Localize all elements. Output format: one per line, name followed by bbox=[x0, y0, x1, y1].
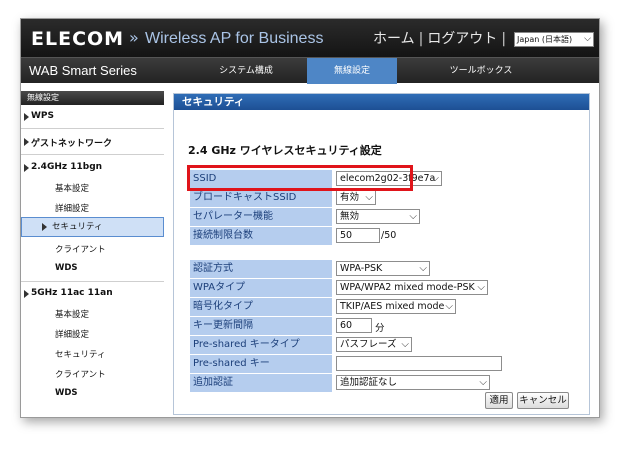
chevron-down-icon: ⌵ bbox=[365, 192, 373, 203]
elecom-logo: ELECOM bbox=[31, 28, 125, 50]
chevron-down-icon: ⌵ bbox=[401, 339, 409, 350]
triangle-right-icon bbox=[42, 223, 47, 231]
key-renewal-label: キー更新間隔 bbox=[190, 317, 332, 335]
panel-heading: セキュリティ bbox=[174, 94, 589, 110]
chevron-down-icon: ⌵ bbox=[419, 263, 427, 274]
sidebar-item-wps[interactable]: WPS bbox=[21, 111, 164, 125]
tab-toolbox[interactable]: ツールボックス bbox=[431, 58, 531, 84]
app-window: ELECOM » Wireless AP for Business ホーム | ログ… bbox=[20, 18, 600, 418]
wpa-type-label: WPAタイプ bbox=[190, 279, 332, 297]
separator-label: セパレーター機能 bbox=[190, 208, 332, 226]
triangle-right-icon bbox=[24, 164, 29, 172]
top-links: ホーム | ログアウト | bbox=[373, 28, 510, 48]
sidebar-item-guest-network[interactable]: ゲストネットワーク bbox=[21, 136, 164, 150]
tab-wireless-settings[interactable]: 無線設定 bbox=[307, 58, 397, 84]
auth-method-select[interactable]: WPA-PSK ⌵ bbox=[336, 261, 430, 276]
language-value: Japan (日本語) bbox=[517, 35, 573, 44]
divider bbox=[21, 128, 164, 129]
section-title: 2.4 GHz ワイヤレスセキュリティ設定 bbox=[188, 144, 382, 157]
chevron-down-icon: ⌵ bbox=[409, 211, 417, 222]
sidebar-item-24-wds[interactable]: WDS bbox=[21, 263, 164, 277]
auth-method-value: WPA-PSK bbox=[340, 263, 383, 274]
chevron-down-icon: ⌵ bbox=[479, 377, 487, 388]
psk-input[interactable] bbox=[336, 356, 502, 371]
chevron-icon: » bbox=[129, 28, 139, 47]
psk-type-label: Pre-shared キータイプ bbox=[190, 336, 332, 354]
language-select[interactable]: Japan (日本語) ⌵ bbox=[514, 32, 594, 47]
chevron-down-icon: ⌵ bbox=[431, 173, 439, 184]
cancel-button[interactable]: キャンセル bbox=[517, 392, 569, 409]
sidebar-item-label: 5GHz 11ac 11an bbox=[31, 288, 113, 298]
divider bbox=[21, 154, 164, 155]
psk-type-value: パスフレーズ bbox=[340, 339, 397, 350]
logout-link[interactable]: ログアウト bbox=[427, 31, 497, 47]
cipher-type-value: TKIP/AES mixed mode bbox=[340, 301, 445, 312]
triangle-right-icon bbox=[24, 113, 29, 121]
extra-auth-value: 追加認証なし bbox=[340, 377, 398, 388]
main-navbar: WAB Smart Series システム構成 無線設定 ツールボックス bbox=[21, 57, 599, 84]
sidebar-item-label: セキュリティ bbox=[52, 222, 103, 232]
sidebar-item-5-security[interactable]: セキュリティ bbox=[21, 348, 164, 362]
psk-label: Pre-shared キー bbox=[190, 355, 332, 373]
separator-select[interactable]: 無効 ⌵ bbox=[336, 209, 420, 224]
extra-auth-select[interactable]: 追加認証なし ⌵ bbox=[336, 375, 490, 390]
chevron-down-icon: ⌵ bbox=[477, 282, 485, 293]
sidebar-title: 無線設定 bbox=[21, 91, 164, 105]
broadcast-ssid-label: ブロードキャストSSID bbox=[190, 189, 332, 207]
key-renewal-unit: 分 bbox=[375, 323, 385, 334]
max-clients-suffix: /50 bbox=[381, 230, 397, 241]
link-separator: | bbox=[418, 31, 424, 47]
sidebar-item-label: 2.4GHz 11bgn bbox=[31, 162, 103, 172]
product-title: Wireless AP for Business bbox=[145, 30, 324, 47]
sidebar-item-5-basic[interactable]: 基本設定 bbox=[21, 308, 164, 322]
wpa-type-select[interactable]: WPA/WPA2 mixed mode-PSK ⌵ bbox=[336, 280, 488, 295]
sidebar-item-24-basic[interactable]: 基本設定 bbox=[21, 182, 164, 196]
separator-value: 無効 bbox=[340, 211, 360, 222]
sidebar: 無線設定 WPS ゲストネットワーク 2.4GHz 11bgn 基本設定 詳細設… bbox=[21, 91, 164, 417]
max-clients-label: 接続制限台数 bbox=[190, 227, 332, 245]
triangle-right-icon bbox=[24, 290, 29, 298]
auth-method-label: 認証方式 bbox=[190, 260, 332, 278]
sidebar-item-5-wds[interactable]: WDS bbox=[21, 388, 164, 402]
chevron-down-icon: ⌵ bbox=[584, 34, 591, 44]
sidebar-item-label: WPS bbox=[31, 111, 55, 121]
cipher-type-select[interactable]: TKIP/AES mixed mode ⌵ bbox=[336, 299, 456, 314]
top-bar: ELECOM » Wireless AP for Business ホーム | ログ… bbox=[21, 19, 599, 57]
broadcast-ssid-value: 有効 bbox=[340, 192, 360, 203]
series-name: WAB Smart Series bbox=[29, 63, 137, 78]
sidebar-item-24-advanced[interactable]: 詳細設定 bbox=[21, 202, 164, 216]
sidebar-item-24-client[interactable]: クライアント bbox=[21, 243, 164, 257]
sidebar-item-label: ゲストネットワーク bbox=[31, 139, 113, 149]
wpa-type-value: WPA/WPA2 mixed mode-PSK bbox=[340, 282, 475, 293]
sidebar-item-5ghz[interactable]: 5GHz 11ac 11an bbox=[21, 288, 164, 302]
divider bbox=[21, 281, 164, 282]
key-renewal-input[interactable]: 60 bbox=[336, 318, 372, 333]
broadcast-ssid-select[interactable]: 有効 ⌵ bbox=[336, 190, 376, 205]
psk-type-select[interactable]: パスフレーズ ⌵ bbox=[336, 337, 412, 352]
highlight-box bbox=[187, 165, 413, 191]
sidebar-item-24ghz[interactable]: 2.4GHz 11bgn bbox=[21, 162, 164, 176]
sidebar-item-24-security[interactable]: セキュリティ bbox=[21, 217, 164, 237]
home-link[interactable]: ホーム bbox=[373, 31, 415, 47]
max-clients-input[interactable]: 50 bbox=[336, 228, 380, 243]
apply-button[interactable]: 適用 bbox=[485, 392, 513, 409]
link-separator: | bbox=[501, 31, 507, 47]
sidebar-item-5-advanced[interactable]: 詳細設定 bbox=[21, 328, 164, 342]
cipher-type-label: 暗号化タイプ bbox=[190, 298, 332, 316]
chevron-down-icon: ⌵ bbox=[445, 301, 453, 312]
sidebar-item-5-client[interactable]: クライアント bbox=[21, 368, 164, 382]
tab-system-config[interactable]: システム構成 bbox=[196, 58, 296, 84]
triangle-right-icon bbox=[24, 138, 29, 146]
extra-auth-label: 追加認証 bbox=[190, 374, 332, 392]
main-panel: セキュリティ 2.4 GHz ワイヤレスセキュリティ設定 SSID elecom… bbox=[173, 93, 590, 415]
